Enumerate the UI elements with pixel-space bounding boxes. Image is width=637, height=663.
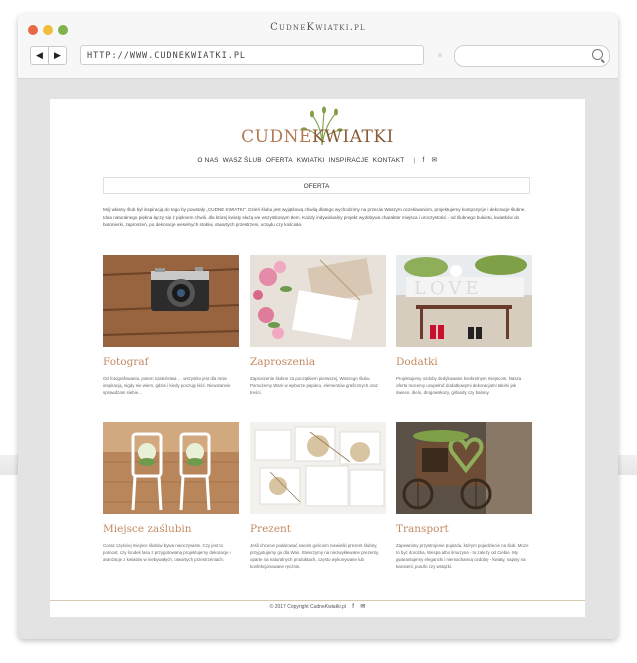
- copyright-text: © 2017 Copyright CudneKwiatki.pl: [269, 604, 346, 610]
- facebook-icon[interactable]: f: [352, 604, 354, 610]
- card-description: Zaproszenie ślubne za początkiem pierwsz…: [250, 376, 378, 395]
- site-logo[interactable]: CUDNEKWIATKI: [50, 105, 585, 151]
- card-title: Fotograf: [103, 356, 149, 368]
- card-title: Miejsce zaślubin: [103, 523, 192, 535]
- menu-item-oferta[interactable]: OFERTA: [266, 157, 293, 164]
- menu-item-kwiatki[interactable]: KWIATKI: [297, 157, 325, 164]
- mail-icon[interactable]: ✉: [432, 156, 438, 164]
- love-sign-photo: LOVE: [396, 255, 532, 347]
- camera-photo: [103, 255, 239, 347]
- card-description: Zapewnimy przystrojenie pojazdu, którym …: [396, 543, 529, 569]
- menu-item-wasz-slub[interactable]: WASZ ŚLUB: [223, 157, 262, 164]
- mail-icon[interactable]: ✉: [360, 604, 365, 610]
- menu-divider: |: [413, 157, 416, 164]
- menu-item-kontakt[interactable]: KONTAKT: [373, 157, 405, 164]
- browser-window: CudneKwiatki.pl ◀ ▶ HTTP://WWW.CUDNEKWIA…: [18, 14, 618, 639]
- facebook-icon[interactable]: f: [422, 157, 424, 164]
- web-page: CUDNEKWIATKI O NAS WASZ ŚLUB OFERTA KWIA…: [50, 99, 585, 617]
- window-title: CudneKwiatki.pl: [270, 22, 366, 33]
- card-description: Od fotografowania, potem szaleństwa … ws…: [103, 376, 231, 395]
- card-title: Zaproszenia: [250, 356, 316, 368]
- card-description: Coraz częściej miejsce ślubów bywa nieoc…: [103, 543, 231, 562]
- card-title: Transport: [396, 523, 449, 535]
- menu-item-inspiracje[interactable]: INSPIRACJE: [328, 157, 368, 164]
- forward-arrow-icon[interactable]: ▶: [48, 46, 67, 65]
- logo-word-kwiatki: KWIATKI: [311, 127, 394, 147]
- tab-oferta[interactable]: OFERTA: [103, 177, 530, 194]
- chairs-photo: [103, 422, 239, 514]
- footer-divider: [50, 600, 585, 601]
- card-description: Projektujemy ozdoby dedykowane konkretny…: [396, 376, 522, 395]
- card-title: Prezent: [250, 523, 292, 535]
- menu-item-o-nas[interactable]: O NAS: [197, 157, 218, 164]
- title-bar: CudneKwiatki.pl ◀ ▶ HTTP://WWW.CUDNEKWIA…: [18, 14, 618, 79]
- toolbar-dot: [438, 53, 442, 57]
- search-input[interactable]: [454, 45, 610, 67]
- back-arrow-icon[interactable]: ◀: [30, 46, 49, 65]
- carriage-photo: [396, 422, 532, 514]
- main-menu: O NAS WASZ ŚLUB OFERTA KWIATKI INSPIRACJ…: [50, 156, 585, 164]
- address-bar[interactable]: HTTP://WWW.CUDNEKWIATKI.PL: [80, 45, 424, 65]
- card-title: Dodatki: [396, 356, 438, 368]
- logo-text: CUDNEKWIATKI: [50, 127, 585, 147]
- card-description: Jeśli chcecie podarować swoim gościom ni…: [250, 543, 379, 569]
- logo-word-cudne: CUDNE: [241, 127, 312, 147]
- search-icon: [592, 49, 603, 60]
- gift-bags-photo: [250, 422, 386, 514]
- svg-text:LOVE: LOVE: [414, 278, 483, 299]
- intro-text: Mój własny ślub był inspiracją do tego b…: [103, 207, 526, 227]
- footer: © 2017 Copyright CudneKwiatki.pl f ✉: [50, 603, 585, 610]
- invitation-photo: [250, 255, 386, 347]
